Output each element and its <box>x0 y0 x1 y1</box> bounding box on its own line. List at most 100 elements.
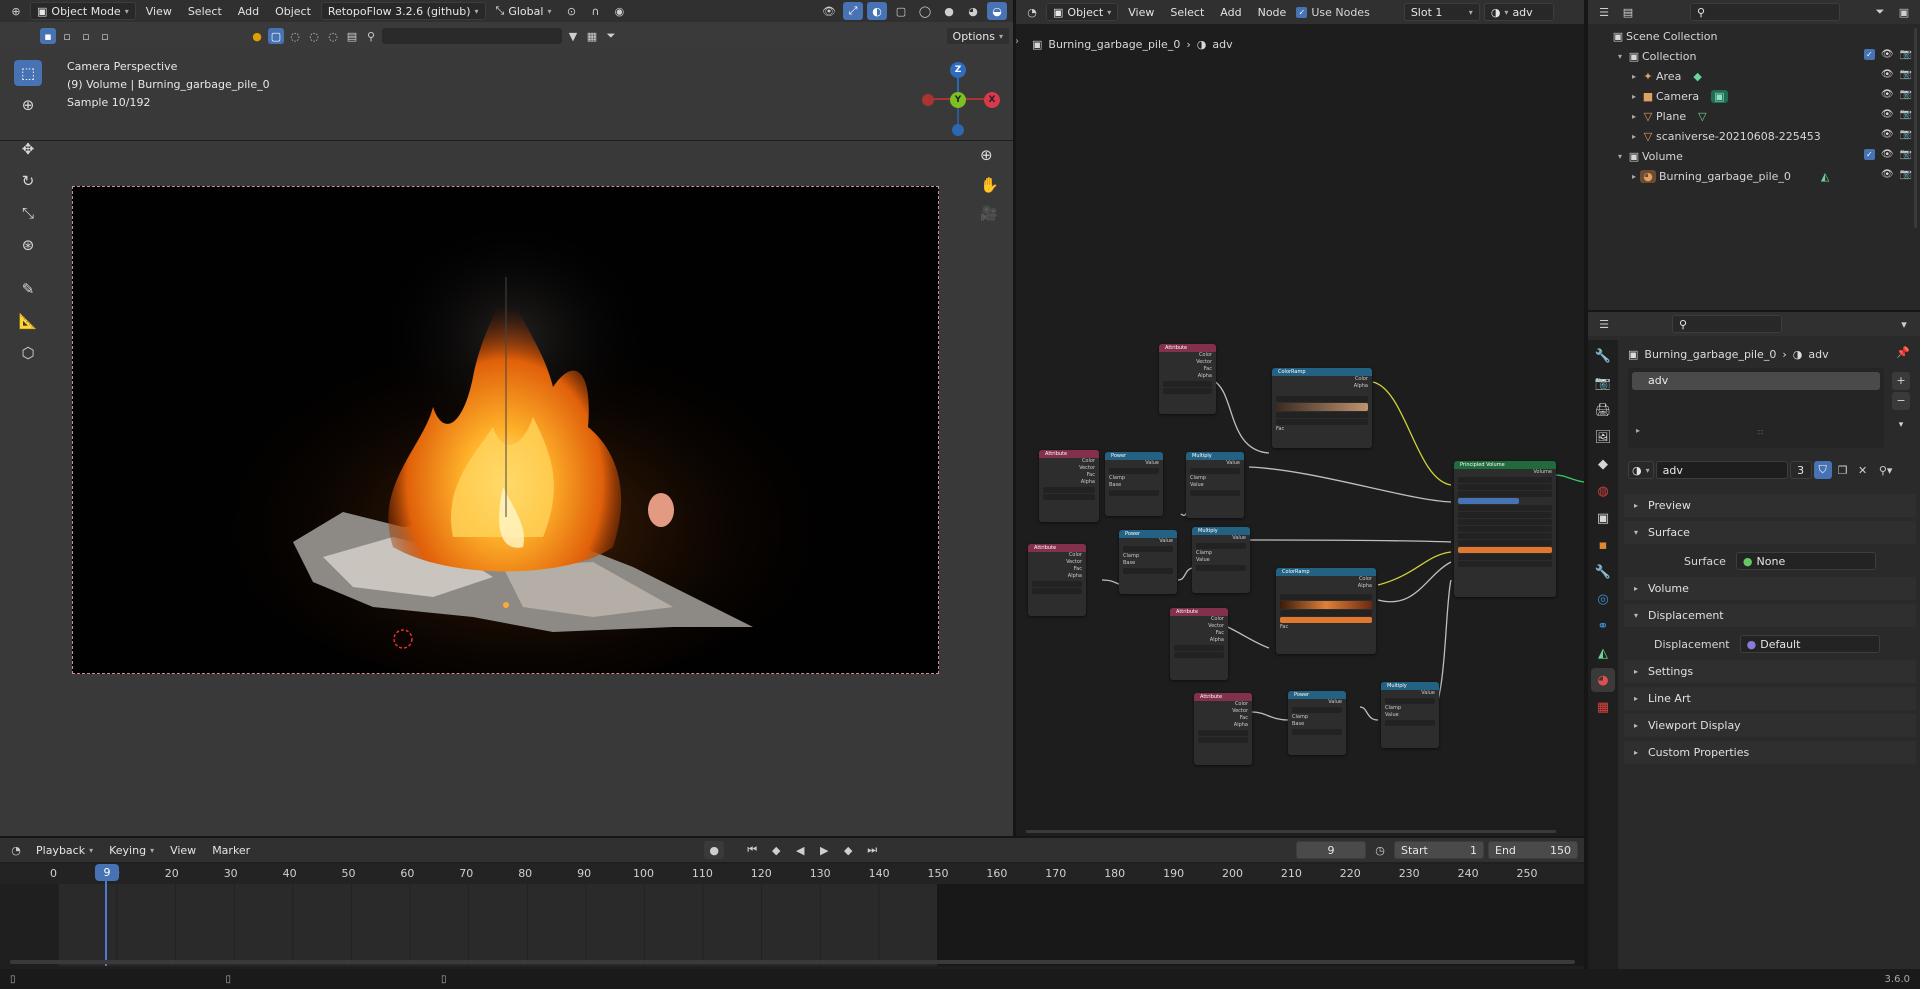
render-icon[interactable]: 📷 <box>1900 89 1912 100</box>
user-count[interactable]: 3 <box>1789 461 1812 479</box>
play-reverse-icon[interactable]: ◀ <box>790 841 810 859</box>
object-tab-icon[interactable]: ▪ <box>1591 533 1615 557</box>
node-power-3[interactable]: Power Value Clamp Base <box>1288 691 1346 755</box>
collection-tab-icon[interactable]: ▣ <box>1591 506 1615 530</box>
gizmo-neg-x[interactable] <box>922 94 934 106</box>
next-keyframe-icon[interactable]: ◆ <box>838 841 858 859</box>
constraint-tab-icon[interactable]: ⚭ <box>1591 614 1615 638</box>
playback-dropdown[interactable]: Playback ▾ <box>30 841 100 859</box>
editor-type-icon[interactable]: ⊕ <box>6 2 26 20</box>
eye-icon[interactable]: 👁 <box>1881 169 1894 180</box>
start-frame-field[interactable]: Start 1 <box>1394 841 1484 859</box>
clock-icon[interactable]: ◷ <box>1370 841 1390 859</box>
filter-c-icon[interactable]: ◌ <box>325 28 341 44</box>
select-subtract-icon[interactable]: ▫ <box>78 28 94 44</box>
material-tab-icon[interactable]: ◕ <box>1591 668 1615 692</box>
data-tab-icon[interactable]: ◭ <box>1591 641 1615 665</box>
timeline-scrollbar[interactable] <box>10 960 1575 964</box>
properties-search-input[interactable]: ⚲ <box>1672 315 1782 333</box>
tool-tab-icon[interactable]: 🔧 <box>1591 344 1615 368</box>
render-icon[interactable]: 📷 <box>1900 149 1912 160</box>
end-frame-field[interactable]: End 150 <box>1488 841 1578 859</box>
render-icon[interactable]: 📷 <box>1900 69 1912 80</box>
slot-specials-button[interactable]: ▾ <box>1892 416 1910 434</box>
gizmo-x-axis[interactable]: X <box>984 92 1000 108</box>
visibility-icon[interactable]: 👁 <box>819 2 839 20</box>
funnel-icon[interactable]: ⏷ <box>603 28 619 44</box>
eye-icon[interactable]: 👁 <box>1881 149 1894 160</box>
node-editor-scrollbar[interactable] <box>1026 830 1556 833</box>
material-name-field[interactable]: adv <box>1655 461 1788 479</box>
section-displacement[interactable]: ▾ Displacement <box>1624 604 1916 628</box>
duplicate-material-icon[interactable]: ❐ <box>1834 461 1852 479</box>
outliner-row-collection[interactable]: ▾ ▣ Collection ✓ 👁 📷 <box>1588 46 1920 66</box>
texture-tab-icon[interactable]: ▦ <box>1591 695 1615 719</box>
camera-view-icon[interactable]: 🎥 <box>980 206 997 222</box>
filter-b-icon[interactable]: ◌ <box>306 28 322 44</box>
outliner-row-area[interactable]: ▸ ✦ Area ◆ 👁 📷 <box>1588 66 1920 86</box>
pan-hand-icon[interactable]: ✋ <box>980 176 999 194</box>
cursor-tool-icon[interactable]: ⊕ <box>14 92 42 118</box>
section-viewport-display[interactable]: ▸ Viewport Display <box>1624 714 1916 738</box>
keying-dropdown[interactable]: Keying ▾ <box>103 841 161 859</box>
list-expand-icon[interactable]: ▸ <box>1636 426 1640 435</box>
filter-colors-icon[interactable]: ● <box>249 28 265 44</box>
proportional-icon[interactable]: ◉ <box>609 2 629 20</box>
mode-dropdown[interactable]: ▣ Object Mode ▾ <box>30 2 136 20</box>
playhead[interactable]: 9 <box>95 864 119 881</box>
node-principled-volume[interactable]: Principled Volume Volume <box>1454 461 1556 597</box>
outliner-row-plane[interactable]: ▸ ▽ Plane ▽ 👁 📷 <box>1588 106 1920 126</box>
current-frame-field[interactable]: 9 <box>1296 841 1366 859</box>
filter-object-icon[interactable]: ▢ <box>268 28 284 44</box>
filter-icon[interactable]: ⏷ <box>1870 3 1890 21</box>
annotate-tool-icon[interactable]: ✎ <box>14 276 42 302</box>
browse-material-button[interactable]: ◑ ▾ <box>1628 461 1654 479</box>
physics-tab-icon[interactable]: ◎ <box>1591 587 1615 611</box>
scale-tool-icon[interactable]: ⤡ <box>14 200 42 226</box>
output-tab-icon[interactable]: 🖨 <box>1591 398 1615 422</box>
node-multiply-3[interactable]: Multiply Value Clamp Value <box>1381 682 1439 748</box>
section-preview[interactable]: ▸ Preview <box>1624 494 1916 518</box>
solid-shading-icon[interactable]: ● <box>939 2 959 20</box>
section-line-art[interactable]: ▸ Line Art <box>1624 687 1916 711</box>
outliner-row-burning-garbage[interactable]: ▸ ◕ Burning_garbage_pile_0 ◭ 👁 📷 <box>1588 166 1920 186</box>
outliner-row-camera[interactable]: ▸ ■ Camera ▣ 👁 📷 <box>1588 86 1920 106</box>
overlay-icon[interactable]: ◐ <box>867 2 887 20</box>
add-slot-button[interactable]: + <box>1892 372 1910 390</box>
timeline-menu-marker[interactable]: Marker <box>206 843 256 858</box>
prev-keyframe-icon[interactable]: ◆ <box>766 841 786 859</box>
outliner-type-icon[interactable]: ☰ <box>1594 3 1614 21</box>
record-icon[interactable]: ● <box>704 841 725 859</box>
search-icon[interactable]: ⚲ <box>363 28 379 44</box>
displacement-socket-field[interactable]: ● Default <box>1739 635 1880 653</box>
exclude-checkbox[interactable]: ✓ <box>1863 149 1875 160</box>
gizmo-icon[interactable]: ⤢ <box>843 2 863 20</box>
gizmo-neg-z[interactable] <box>952 124 964 136</box>
timeline-ruler[interactable]: 0102030405060708090100110120130140150160… <box>0 864 1584 884</box>
node-attribute-2[interactable]: Attribute Color Vector Fac Alpha <box>1039 450 1099 522</box>
layout-icon[interactable]: ▦ <box>584 28 600 44</box>
node-colorramp-1[interactable]: ColorRamp Color Alpha Fac <box>1272 368 1372 448</box>
pivot-icon[interactable]: ⊙ <box>561 2 581 20</box>
add-cube-tool-icon[interactable]: ⬡ <box>14 340 42 366</box>
gizmo-z-axis[interactable]: Z <box>950 62 966 78</box>
xray-icon[interactable]: ▢ <box>891 2 911 20</box>
material-shading-icon[interactable]: ◕ <box>963 2 983 20</box>
fake-user-icon[interactable]: ⛉ <box>1813 461 1832 479</box>
unlink-material-icon[interactable]: ✕ <box>1854 461 1872 479</box>
surface-socket-field[interactable]: ● None <box>1735 552 1876 570</box>
play-icon[interactable]: ▶ <box>814 841 834 859</box>
eye-icon[interactable]: 👁 <box>1881 89 1894 100</box>
outliner-row-scene-collection[interactable]: ▣ Scene Collection <box>1588 26 1920 46</box>
timeline-type-icon[interactable]: ◔ <box>6 841 26 859</box>
rendered-shading-icon[interactable]: ◒ <box>987 2 1007 20</box>
select-new-icon[interactable]: ▪ <box>40 28 56 44</box>
eye-icon[interactable]: 👁 <box>1881 49 1894 60</box>
node-power-2[interactable]: Power Value Clamp Base <box>1119 530 1177 594</box>
material-slot-item[interactable]: adv <box>1632 372 1880 390</box>
node-attribute-4[interactable]: Attribute Color Vector Fac Alpha <box>1170 608 1228 680</box>
node-power-1[interactable]: Power Value Clamp Base <box>1105 452 1163 516</box>
render-icon[interactable]: 📷 <box>1900 169 1912 180</box>
select-box-tool-icon[interactable]: ⬚ <box>14 60 42 86</box>
jump-start-icon[interactable]: ⏮ <box>742 841 762 859</box>
